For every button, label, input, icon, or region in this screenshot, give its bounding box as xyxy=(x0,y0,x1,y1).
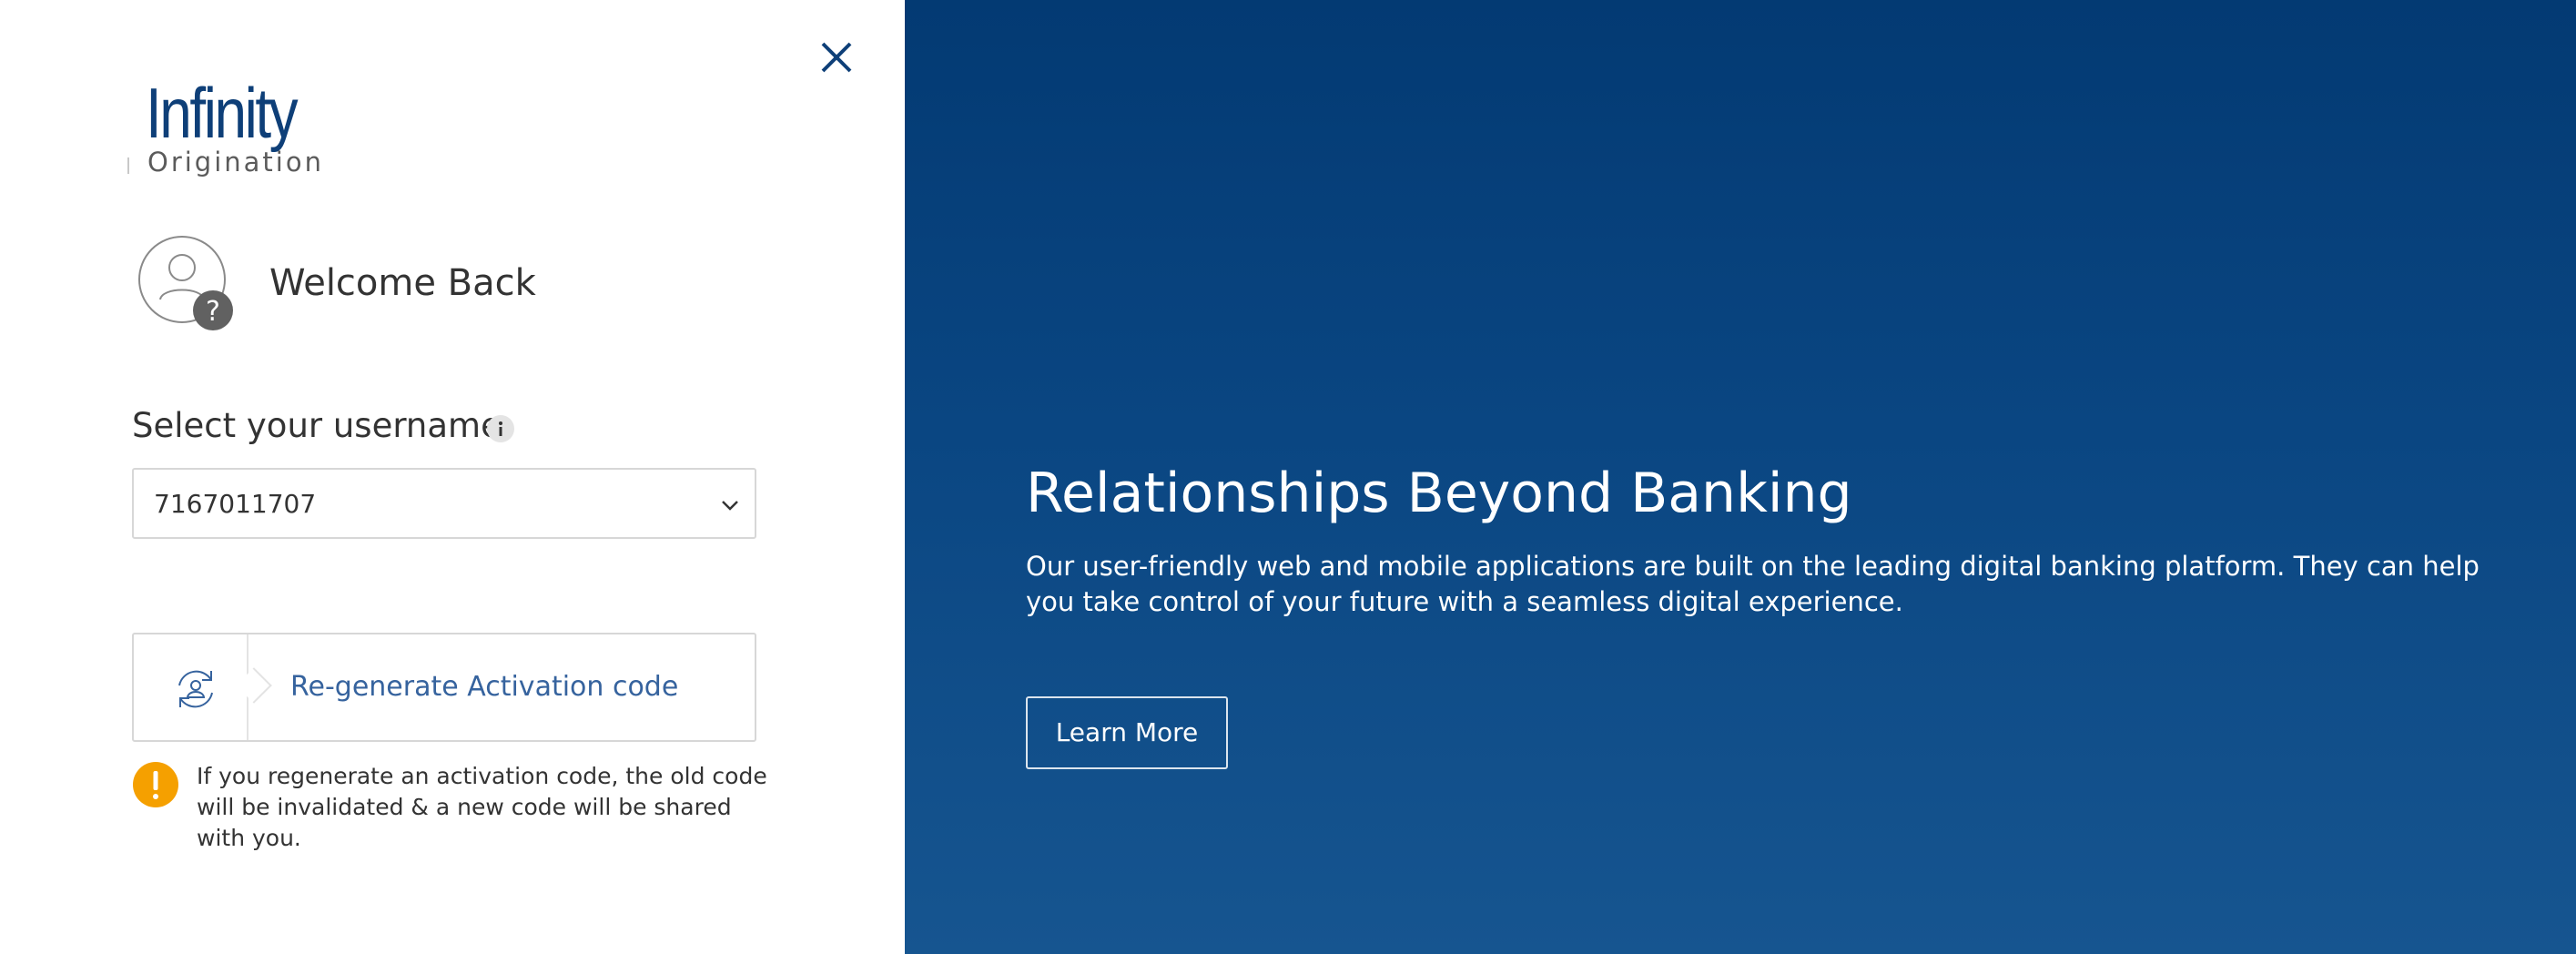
logo-subtitle: Origination xyxy=(147,147,324,178)
hero-title: Relationships Beyond Banking xyxy=(1026,462,1852,525)
close-icon xyxy=(821,42,852,73)
login-panel: Infinity Origination ? Welcome Back Sele… xyxy=(0,0,905,954)
learn-more-button[interactable]: Learn More xyxy=(1026,696,1228,769)
warning-badge xyxy=(132,761,179,808)
hero-description: Our user-friendly web and mobile applica… xyxy=(1026,551,2480,617)
username-label: Select your username xyxy=(132,406,502,445)
chevron-down-icon xyxy=(722,501,738,511)
svg-text:?: ? xyxy=(206,296,220,328)
username-select[interactable]: 7167011707 xyxy=(132,468,756,539)
refresh-user-icon xyxy=(178,670,213,708)
user-question-icon: ? xyxy=(138,236,233,330)
regenerate-warning-text: If you regenerate an activation code, th… xyxy=(197,763,767,851)
username-info-button[interactable] xyxy=(486,414,515,443)
regenerate-activation-code-button[interactable]: Re-generate Activation code xyxy=(132,633,756,742)
logo-wordmark: Infinity xyxy=(146,73,299,153)
avatar: ? xyxy=(137,232,237,332)
regenerate-icon-box xyxy=(134,634,248,740)
infinity-origination-logo: Infinity Origination xyxy=(127,71,346,180)
username-select-value: 7167011707 xyxy=(154,489,317,519)
welcome-heading: Welcome Back xyxy=(269,262,536,304)
info-icon xyxy=(487,415,514,442)
regenerate-activation-code-label: Re-generate Activation code xyxy=(290,671,679,703)
logo-divider xyxy=(127,157,129,174)
warning-icon xyxy=(133,762,178,807)
close-button[interactable] xyxy=(816,36,857,78)
